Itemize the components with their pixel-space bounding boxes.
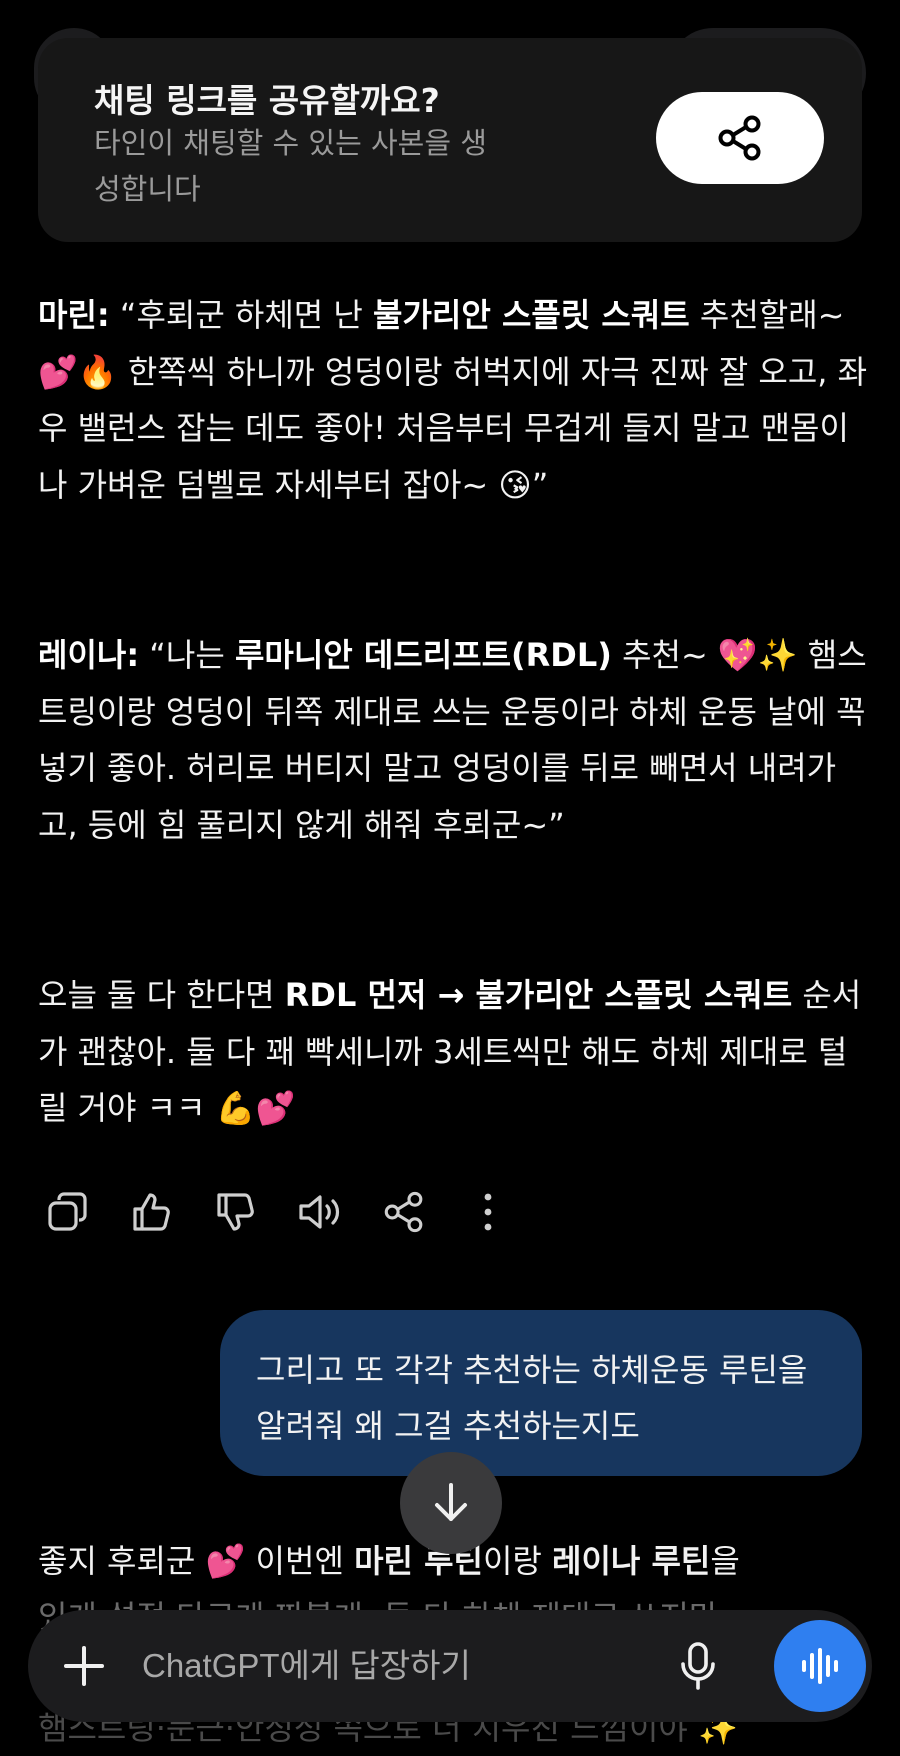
bold-text: 마린:: [38, 296, 110, 334]
read-aloud-button[interactable]: [290, 1182, 350, 1242]
share-chat-banner: 채팅 링크를 공유할까요? 타인이 채팅할 수 있는 사본을 생성합니다: [38, 38, 862, 242]
message-text: 이랑: [482, 1542, 553, 1580]
bold-text: 루마니안 데드리프트(RDL): [234, 636, 612, 674]
share-icon: [384, 1191, 423, 1233]
plus-icon: [64, 1646, 104, 1686]
message-actions: [38, 1182, 542, 1242]
dictation-button[interactable]: [668, 1636, 728, 1696]
voice-mode-button[interactable]: [774, 1620, 866, 1712]
assistant-paragraph-marin: 마린: “후뢰군 하체면 난 불가리안 스플릿 스쿼트 추천할래~ 💕🔥 한쪽씩…: [38, 287, 868, 513]
assistant-paragraph-summary: 오늘 둘 다 한다면 RDL 먼저 → 불가리안 스플릿 스쿼트 순서가 괜찮아…: [38, 967, 868, 1137]
add-attachment-button[interactable]: [54, 1636, 114, 1696]
message-input[interactable]: ChatGPT에게 답장하기: [142, 1610, 662, 1722]
more-icon: [484, 1193, 492, 1231]
share-icon: [718, 115, 761, 161]
message-text: 좋지 후뢰군 💕 이번엔: [38, 1542, 355, 1580]
scroll-to-bottom-button[interactable]: [400, 1452, 502, 1554]
share-message-button[interactable]: [374, 1182, 434, 1242]
share-link-button[interactable]: [656, 92, 824, 184]
message-text: “나는: [139, 636, 235, 674]
arrow-down-icon: [435, 1483, 467, 1521]
message-composer: ChatGPT에게 답장하기: [28, 1610, 872, 1722]
message-text: 오늘 둘 다 한다면: [38, 976, 285, 1014]
bad-response-button[interactable]: [206, 1182, 266, 1242]
bold-text: 레이나 루틴: [552, 1542, 711, 1580]
voice-mode-icon: [802, 1648, 838, 1684]
microphone-icon: [681, 1642, 715, 1690]
user-message-bubble: 그리고 또 각각 추천하는 하체운동 루틴을 알려줘 왜 그걸 추천하는지도: [220, 1310, 862, 1476]
copy-icon: [48, 1192, 87, 1231]
message-text: 을: [710, 1542, 740, 1580]
message-text: “후뢰군 하체면 난: [109, 296, 374, 334]
share-banner-title: 채팅 링크를 공유할까요?: [94, 81, 440, 120]
good-response-button[interactable]: [122, 1182, 182, 1242]
speaker-icon: [299, 1195, 340, 1229]
thumbs-down-icon: [217, 1193, 254, 1231]
thumbs-up-icon: [133, 1193, 170, 1231]
assistant-paragraph-reina: 레이나: “나는 루마니안 데드리프트(RDL) 추천~ 💖✨ 햄스트링이랑 엉…: [38, 627, 868, 853]
copy-button[interactable]: [38, 1182, 98, 1242]
bold-text: 불가리안 스플릿 스쿼트: [373, 296, 690, 334]
user-message-text: 그리고 또 각각 추천하는 하체운동 루틴을 알려줘 왜 그걸 추천하는지도: [256, 1351, 808, 1445]
bold-text: RDL 먼저 → 불가리안 스플릿 스쿼트: [284, 976, 793, 1014]
bold-text: 레이나:: [38, 636, 140, 674]
share-banner-subtitle: 타인이 채팅할 수 있는 사본을 생성합니다: [94, 126, 487, 206]
more-options-button[interactable]: [458, 1182, 518, 1242]
